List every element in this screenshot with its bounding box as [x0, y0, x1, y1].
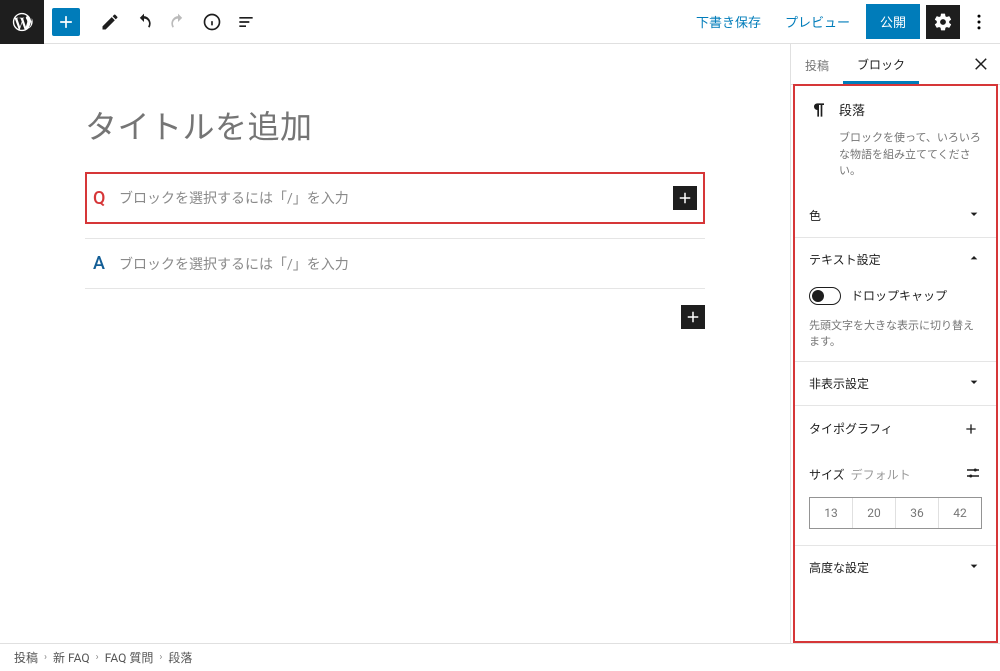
breadcrumb: 投稿 › 新 FAQ › FAQ 質問 › 段落: [0, 643, 1000, 671]
dropcap-toggle[interactable]: [809, 287, 841, 305]
publish-button[interactable]: 公開: [866, 4, 920, 39]
insert-block-button[interactable]: [52, 8, 80, 36]
chevron-down-icon: [966, 558, 982, 577]
settings-button[interactable]: [926, 5, 960, 39]
wp-logo[interactable]: [0, 0, 44, 44]
settings-sidebar: 投稿 ブロック 段落 ブロックを使って、いろいろな物語を組み立ててください。 色: [790, 44, 1000, 643]
chevron-right-icon: ›: [159, 652, 162, 663]
size-custom-toggle-icon[interactable]: [964, 464, 982, 485]
breadcrumb-item[interactable]: 段落: [168, 649, 192, 666]
tab-post[interactable]: 投稿: [791, 45, 843, 84]
edit-mode-button[interactable]: [94, 6, 126, 38]
question-letter-icon: Q: [93, 188, 115, 209]
top-toolbar: 下書き保存 プレビュー 公開: [0, 0, 1000, 44]
panel-color[interactable]: 色: [795, 194, 996, 237]
block-placeholder[interactable]: ブロックを選択するには「/」を入力: [115, 254, 697, 274]
redo-button[interactable]: [162, 6, 194, 38]
size-option[interactable]: 20: [852, 498, 895, 528]
chevron-down-icon: [966, 206, 982, 225]
tab-block[interactable]: ブロック: [843, 44, 919, 84]
breadcrumb-item[interactable]: 投稿: [14, 649, 38, 666]
breadcrumb-item[interactable]: 新 FAQ: [53, 649, 90, 666]
block-info-title: 段落: [839, 100, 865, 120]
preview-button[interactable]: プレビュー: [773, 4, 862, 39]
post-title-input[interactable]: タイトルを追加: [85, 84, 705, 162]
faq-question-block[interactable]: Q ブロックを選択するには「/」を入力: [85, 172, 705, 224]
size-options: 13 20 36 42: [809, 497, 982, 529]
size-default: デフォルト: [851, 466, 911, 483]
size-option[interactable]: 13: [810, 498, 852, 528]
dropcap-help: 先頭文字を大きな表示に切り替えます。: [795, 311, 996, 361]
answer-letter-icon: A: [93, 253, 115, 274]
editor-canvas[interactable]: タイトルを追加 Q ブロックを選択するには「/」を入力 A ブロックを選択するに…: [0, 44, 790, 643]
panel-hidden-settings[interactable]: 非表示設定: [795, 362, 996, 405]
panel-advanced[interactable]: 高度な設定: [795, 546, 996, 589]
panel-text-settings[interactable]: テキスト設定: [795, 238, 996, 281]
save-draft-button[interactable]: 下書き保存: [684, 4, 773, 39]
block-info-description: ブロックを使って、いろいろな物語を組み立ててください。: [795, 126, 996, 194]
block-info-header: 段落: [795, 86, 996, 126]
size-option[interactable]: 42: [938, 498, 981, 528]
dropcap-label: ドロップキャップ: [851, 287, 947, 304]
more-options-button[interactable]: [962, 5, 996, 39]
append-block-button[interactable]: [681, 305, 705, 329]
size-option[interactable]: 36: [895, 498, 938, 528]
chevron-down-icon: [966, 374, 982, 393]
paragraph-icon: [809, 100, 829, 120]
block-placeholder[interactable]: ブロックを選択するには「/」を入力: [115, 188, 673, 208]
close-sidebar-button[interactable]: [964, 55, 1000, 73]
add-block-button[interactable]: [673, 186, 697, 210]
faq-answer-block[interactable]: A ブロックを選択するには「/」を入力: [85, 238, 705, 289]
chevron-up-icon: [966, 250, 982, 269]
breadcrumb-item[interactable]: FAQ 質問: [105, 649, 154, 666]
info-button[interactable]: [196, 6, 228, 38]
chevron-right-icon: ›: [44, 652, 47, 663]
add-typography-icon[interactable]: [960, 418, 982, 440]
size-label: サイズ: [809, 466, 845, 483]
panel-typography[interactable]: タイポグラフィ: [795, 406, 996, 452]
list-view-button[interactable]: [230, 6, 262, 38]
undo-button[interactable]: [128, 6, 160, 38]
chevron-right-icon: ›: [96, 652, 99, 663]
